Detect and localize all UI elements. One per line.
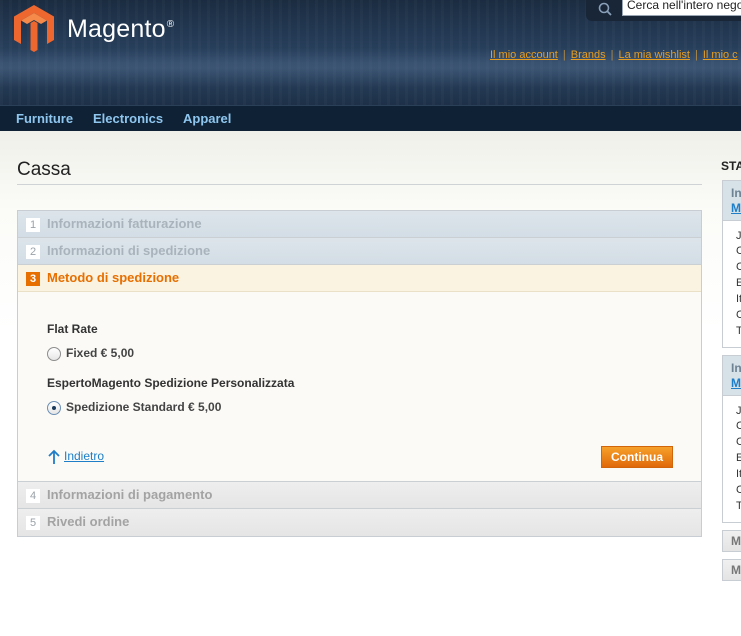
progress-title: STA (721, 159, 741, 173)
progress-box-head: In M (723, 356, 741, 396)
back-link[interactable]: Indietro (64, 449, 104, 463)
magento-logo[interactable]: Magento® (13, 4, 174, 52)
site-header: Magento® Il mio account|Brands|La mia wi… (0, 0, 741, 105)
checkout-steps: 1 Informazioni fatturazione 2 Informazio… (17, 210, 702, 537)
brand-name: Magento® (67, 14, 175, 43)
progress-edit-link[interactable]: M (731, 201, 741, 215)
step-payment[interactable]: 4 Informazioni di pagamento (18, 482, 701, 509)
progress-edit-link[interactable]: M (731, 376, 741, 390)
method-title-custom: EspertoMagento Spedizione Personalizzata (47, 376, 295, 390)
search-box (586, 0, 741, 21)
nav-item-apparel[interactable]: Apparel (183, 111, 231, 126)
progress-box-method: M (722, 530, 741, 552)
top-link-brands[interactable]: Brands (571, 49, 606, 61)
search-input[interactable] (622, 0, 741, 16)
step-label: Metodo di spedizione (47, 270, 180, 285)
magento-logo-icon (14, 5, 54, 52)
step-label: Rivedi ordine (47, 514, 130, 529)
main-nav: Furniture Electronics Apparel (0, 105, 741, 131)
step-shipping-method[interactable]: 3 Metodo di spedizione (18, 265, 701, 292)
shipping-method-panel: Flat Rate Fixed € 5,00 EspertoMagento Sp… (18, 292, 701, 482)
step-number: 4 (26, 489, 40, 503)
step-label: Informazioni di spedizione (47, 243, 211, 258)
top-link-wishlist[interactable]: La mia wishlist (618, 49, 690, 61)
nav-item-electronics[interactable]: Electronics (93, 111, 163, 126)
top-link-cart[interactable]: Il mio c (703, 49, 738, 61)
radio-standard-shipping[interactable] (47, 401, 61, 415)
rate-label-standard[interactable]: Spedizione Standard € 5,00 (66, 400, 221, 414)
radio-flat-rate[interactable] (47, 347, 61, 361)
back-arrow-icon[interactable] (47, 449, 61, 465)
search-icon[interactable] (598, 2, 612, 16)
step-number: 5 (26, 516, 40, 530)
step-number: 2 (26, 245, 40, 259)
progress-box-billing: In M J C C E It C T (722, 180, 741, 348)
top-link-account[interactable]: Il mio account (490, 49, 558, 61)
nav-item-furniture[interactable]: Furniture (16, 111, 73, 126)
page-title: Cassa (17, 159, 71, 180)
continue-button[interactable]: Continua (601, 446, 673, 468)
method-title-flat-rate: Flat Rate (47, 322, 98, 336)
step-number: 3 (26, 272, 40, 286)
step-billing[interactable]: 1 Informazioni fatturazione (18, 211, 701, 238)
progress-box-shipping: In M J C C E It C T (722, 355, 741, 523)
progress-box-head: In M (723, 181, 741, 221)
top-links: Il mio account | Brands | La mia wishlist | Il… (490, 49, 738, 61)
rate-label-flat-rate[interactable]: Fixed € 5,00 (66, 346, 134, 360)
step-label: Informazioni di pagamento (47, 487, 213, 502)
progress-box-payment: M (722, 559, 741, 581)
title-divider (17, 184, 702, 185)
step-label: Informazioni fatturazione (47, 216, 202, 231)
step-number: 1 (26, 218, 40, 232)
step-shipping-info[interactable]: 2 Informazioni di spedizione (18, 238, 701, 265)
step-review[interactable]: 5 Rivedi ordine (18, 509, 701, 536)
